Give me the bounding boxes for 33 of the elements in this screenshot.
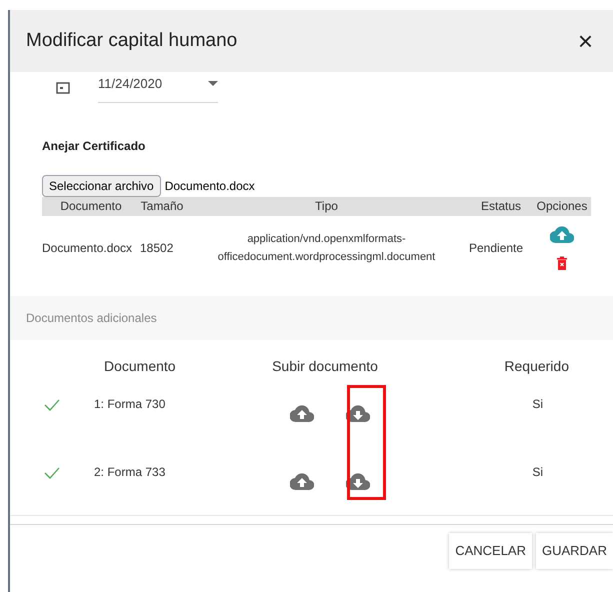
calendar-icon xyxy=(56,82,70,94)
file-select-button[interactable]: Seleccionar archivo xyxy=(42,174,161,196)
date-field[interactable]: 11/24/2020 xyxy=(98,74,218,102)
column-header: Estatus xyxy=(480,198,522,215)
section-title: Documentos adicionales xyxy=(26,310,157,326)
delete-icon[interactable] xyxy=(556,256,568,270)
table-cell-text: 2: Forma 733 xyxy=(93,464,166,480)
column-header: Tipo xyxy=(314,198,339,215)
download-icon[interactable] xyxy=(346,404,370,422)
upload-icon[interactable] xyxy=(550,226,574,244)
upload-icon[interactable] xyxy=(290,472,314,490)
column-header: Requerido xyxy=(503,356,570,376)
table-cell-text: Documento.docx xyxy=(42,240,134,256)
section-title: Anejar Certificado xyxy=(42,138,146,154)
column-header: Subir documento xyxy=(271,356,379,376)
file-name: Documento.docx xyxy=(164,178,255,194)
column-header: Documento xyxy=(103,356,177,376)
table-cell-text: Si xyxy=(531,464,544,480)
column-header: Tamaño xyxy=(140,198,184,215)
dialog-button[interactable]: GUARDAR xyxy=(536,532,613,568)
download-icon[interactable] xyxy=(346,472,370,490)
dropdown-arrow-icon xyxy=(208,80,218,87)
table-cell-text: application/vnd.openxmlformats-officedocument.wordprocessingml.document xyxy=(216,232,436,264)
column-header: Documento xyxy=(59,198,123,215)
table-cell-text: Si xyxy=(531,396,544,412)
dialog-title: Modificar capital humano xyxy=(26,28,238,53)
column-header: Opciones xyxy=(536,198,588,215)
close-button[interactable]: × xyxy=(578,28,597,54)
table-cell-text: Pendiente xyxy=(469,240,524,256)
table-cell-text: 18502 xyxy=(140,240,174,256)
upload-icon[interactable] xyxy=(290,404,314,422)
dialog-button[interactable]: CANCELAR xyxy=(449,532,532,568)
table-cell-text: 1: Forma 730 xyxy=(93,396,166,412)
